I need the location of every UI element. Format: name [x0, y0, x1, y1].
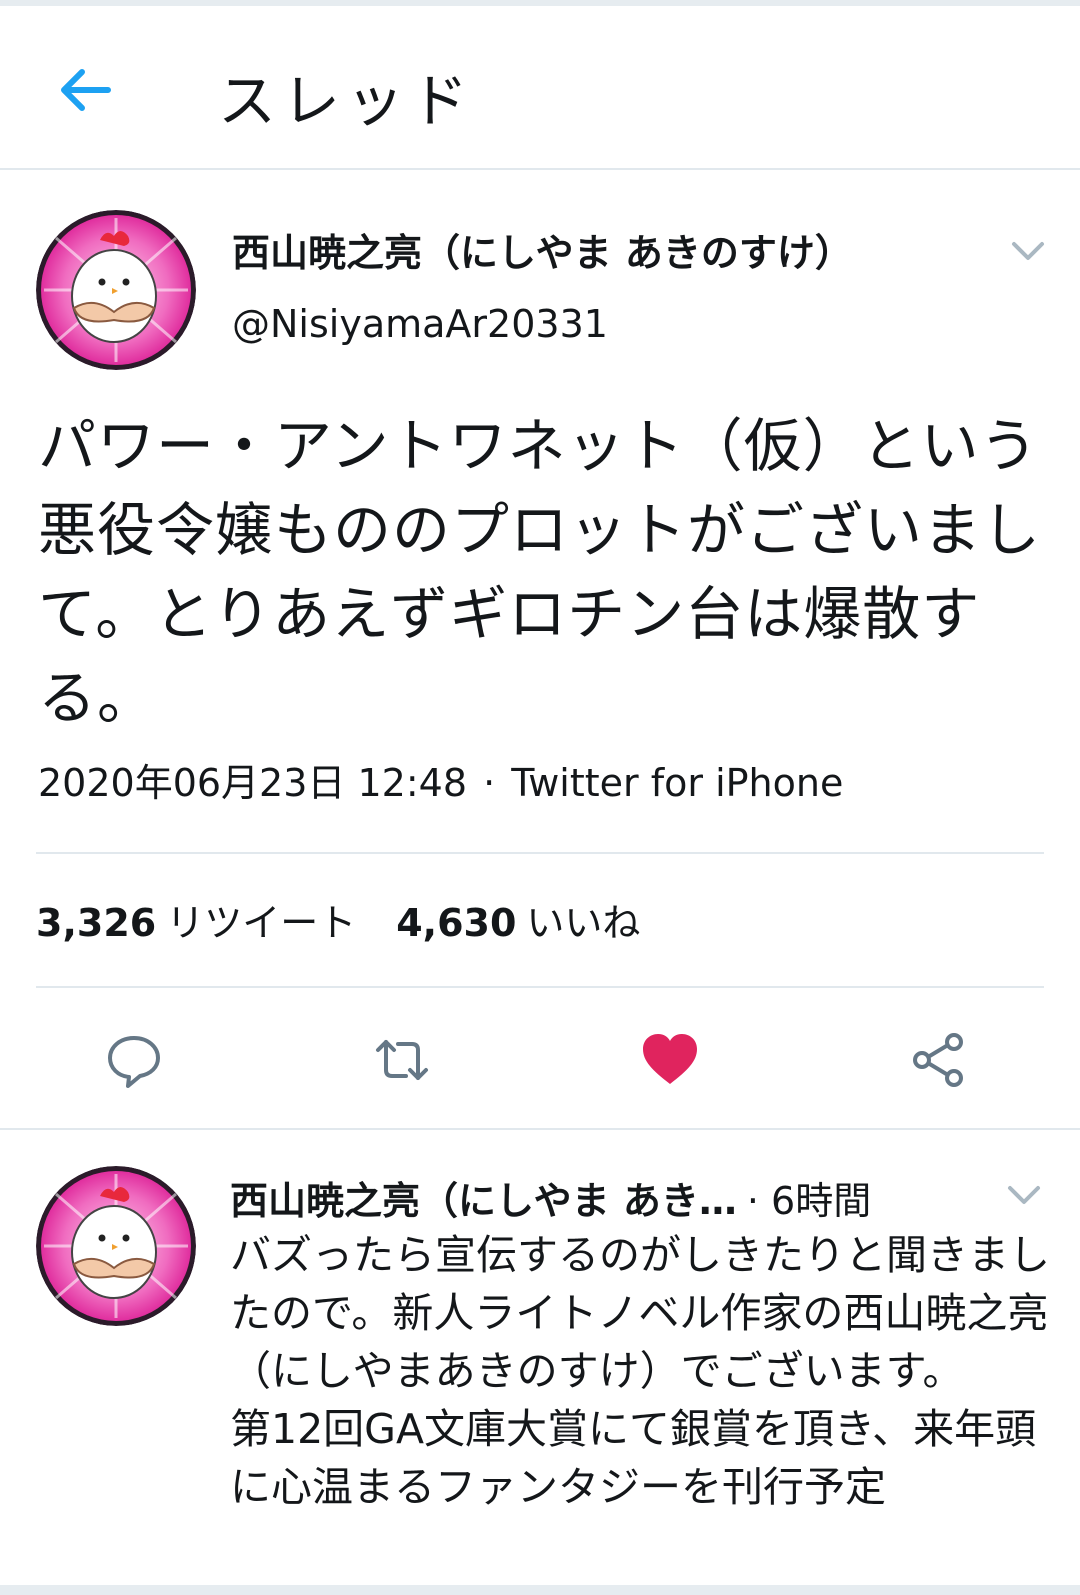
reply-text: バズったら宣伝するのがしきたりと聞きましたので。新人ライトノベル作家の西山暁之亮…	[230, 1226, 1050, 1516]
meta-separator: ·	[483, 761, 496, 805]
reply-author-name[interactable]: 西山暁之亮（にしやま あき…	[230, 1179, 737, 1223]
retweet-icon	[376, 1040, 428, 1080]
page-title: スレッド	[218, 67, 475, 135]
chicken-avatar-icon	[36, 1166, 196, 1326]
like-button[interactable]	[640, 1030, 700, 1090]
reply-button[interactable]	[104, 1030, 164, 1090]
chevron-down-icon	[1008, 1186, 1040, 1204]
tweet-stats: 3,326 リツイート 4,630 いいね	[36, 892, 640, 947]
tweet-menu-button[interactable]	[1004, 232, 1052, 272]
tweet-datetime: 2020年06月23日 12:48	[38, 761, 468, 805]
reply-header: 西山暁之亮（にしやま あき… · 6時間	[230, 1170, 871, 1225]
section-divider	[0, 1128, 1080, 1130]
share-button[interactable]	[908, 1030, 968, 1090]
reply-avatar[interactable]	[36, 1166, 196, 1326]
chicken-avatar-icon	[36, 210, 196, 370]
retweet-count[interactable]: 3,326	[36, 901, 156, 945]
reply-paragraph: 第12回GA文庫大賞にて銀賞を頂き、来年頭に心温まるファンタジーを刊行予定	[230, 1405, 1037, 1511]
like-count[interactable]: 4,630	[396, 901, 516, 945]
avatar[interactable]	[36, 210, 196, 370]
heart-icon	[643, 1034, 697, 1084]
app-header: スレッド	[0, 6, 1080, 170]
bottom-edge	[0, 1585, 1080, 1595]
arrow-left-icon	[61, 69, 111, 111]
author-handle[interactable]: @NisiyamaAr20331	[232, 302, 608, 346]
author-name[interactable]: 西山暁之亮（にしやま あきのすけ）	[232, 222, 853, 277]
tweet-text: パワー・アントワネット（仮）という悪役令嬢もののプロットがございまして。とりあえ…	[38, 412, 1042, 732]
reply-icon	[108, 1036, 160, 1088]
tweet-source[interactable]: Twitter for iPhone	[511, 761, 843, 805]
retweet-button[interactable]	[372, 1030, 432, 1090]
share-icon	[913, 1033, 963, 1087]
tweet-meta: 2020年06月23日 12:48 · Twitter for iPhone	[38, 752, 843, 807]
reply-menu-button[interactable]	[1000, 1176, 1048, 1216]
retweet-label[interactable]: リツイート	[166, 901, 356, 945]
reply-paragraph: バズったら宣伝するのがしきたりと聞きましたので。新人ライトノベル作家の西山暁之亮…	[230, 1231, 1050, 1395]
back-button[interactable]	[52, 58, 116, 122]
reply-time[interactable]: · 6時間	[747, 1179, 871, 1223]
divider	[36, 852, 1044, 854]
divider	[36, 986, 1044, 988]
chevron-down-icon	[1012, 242, 1044, 260]
like-label[interactable]: いいね	[526, 901, 640, 945]
